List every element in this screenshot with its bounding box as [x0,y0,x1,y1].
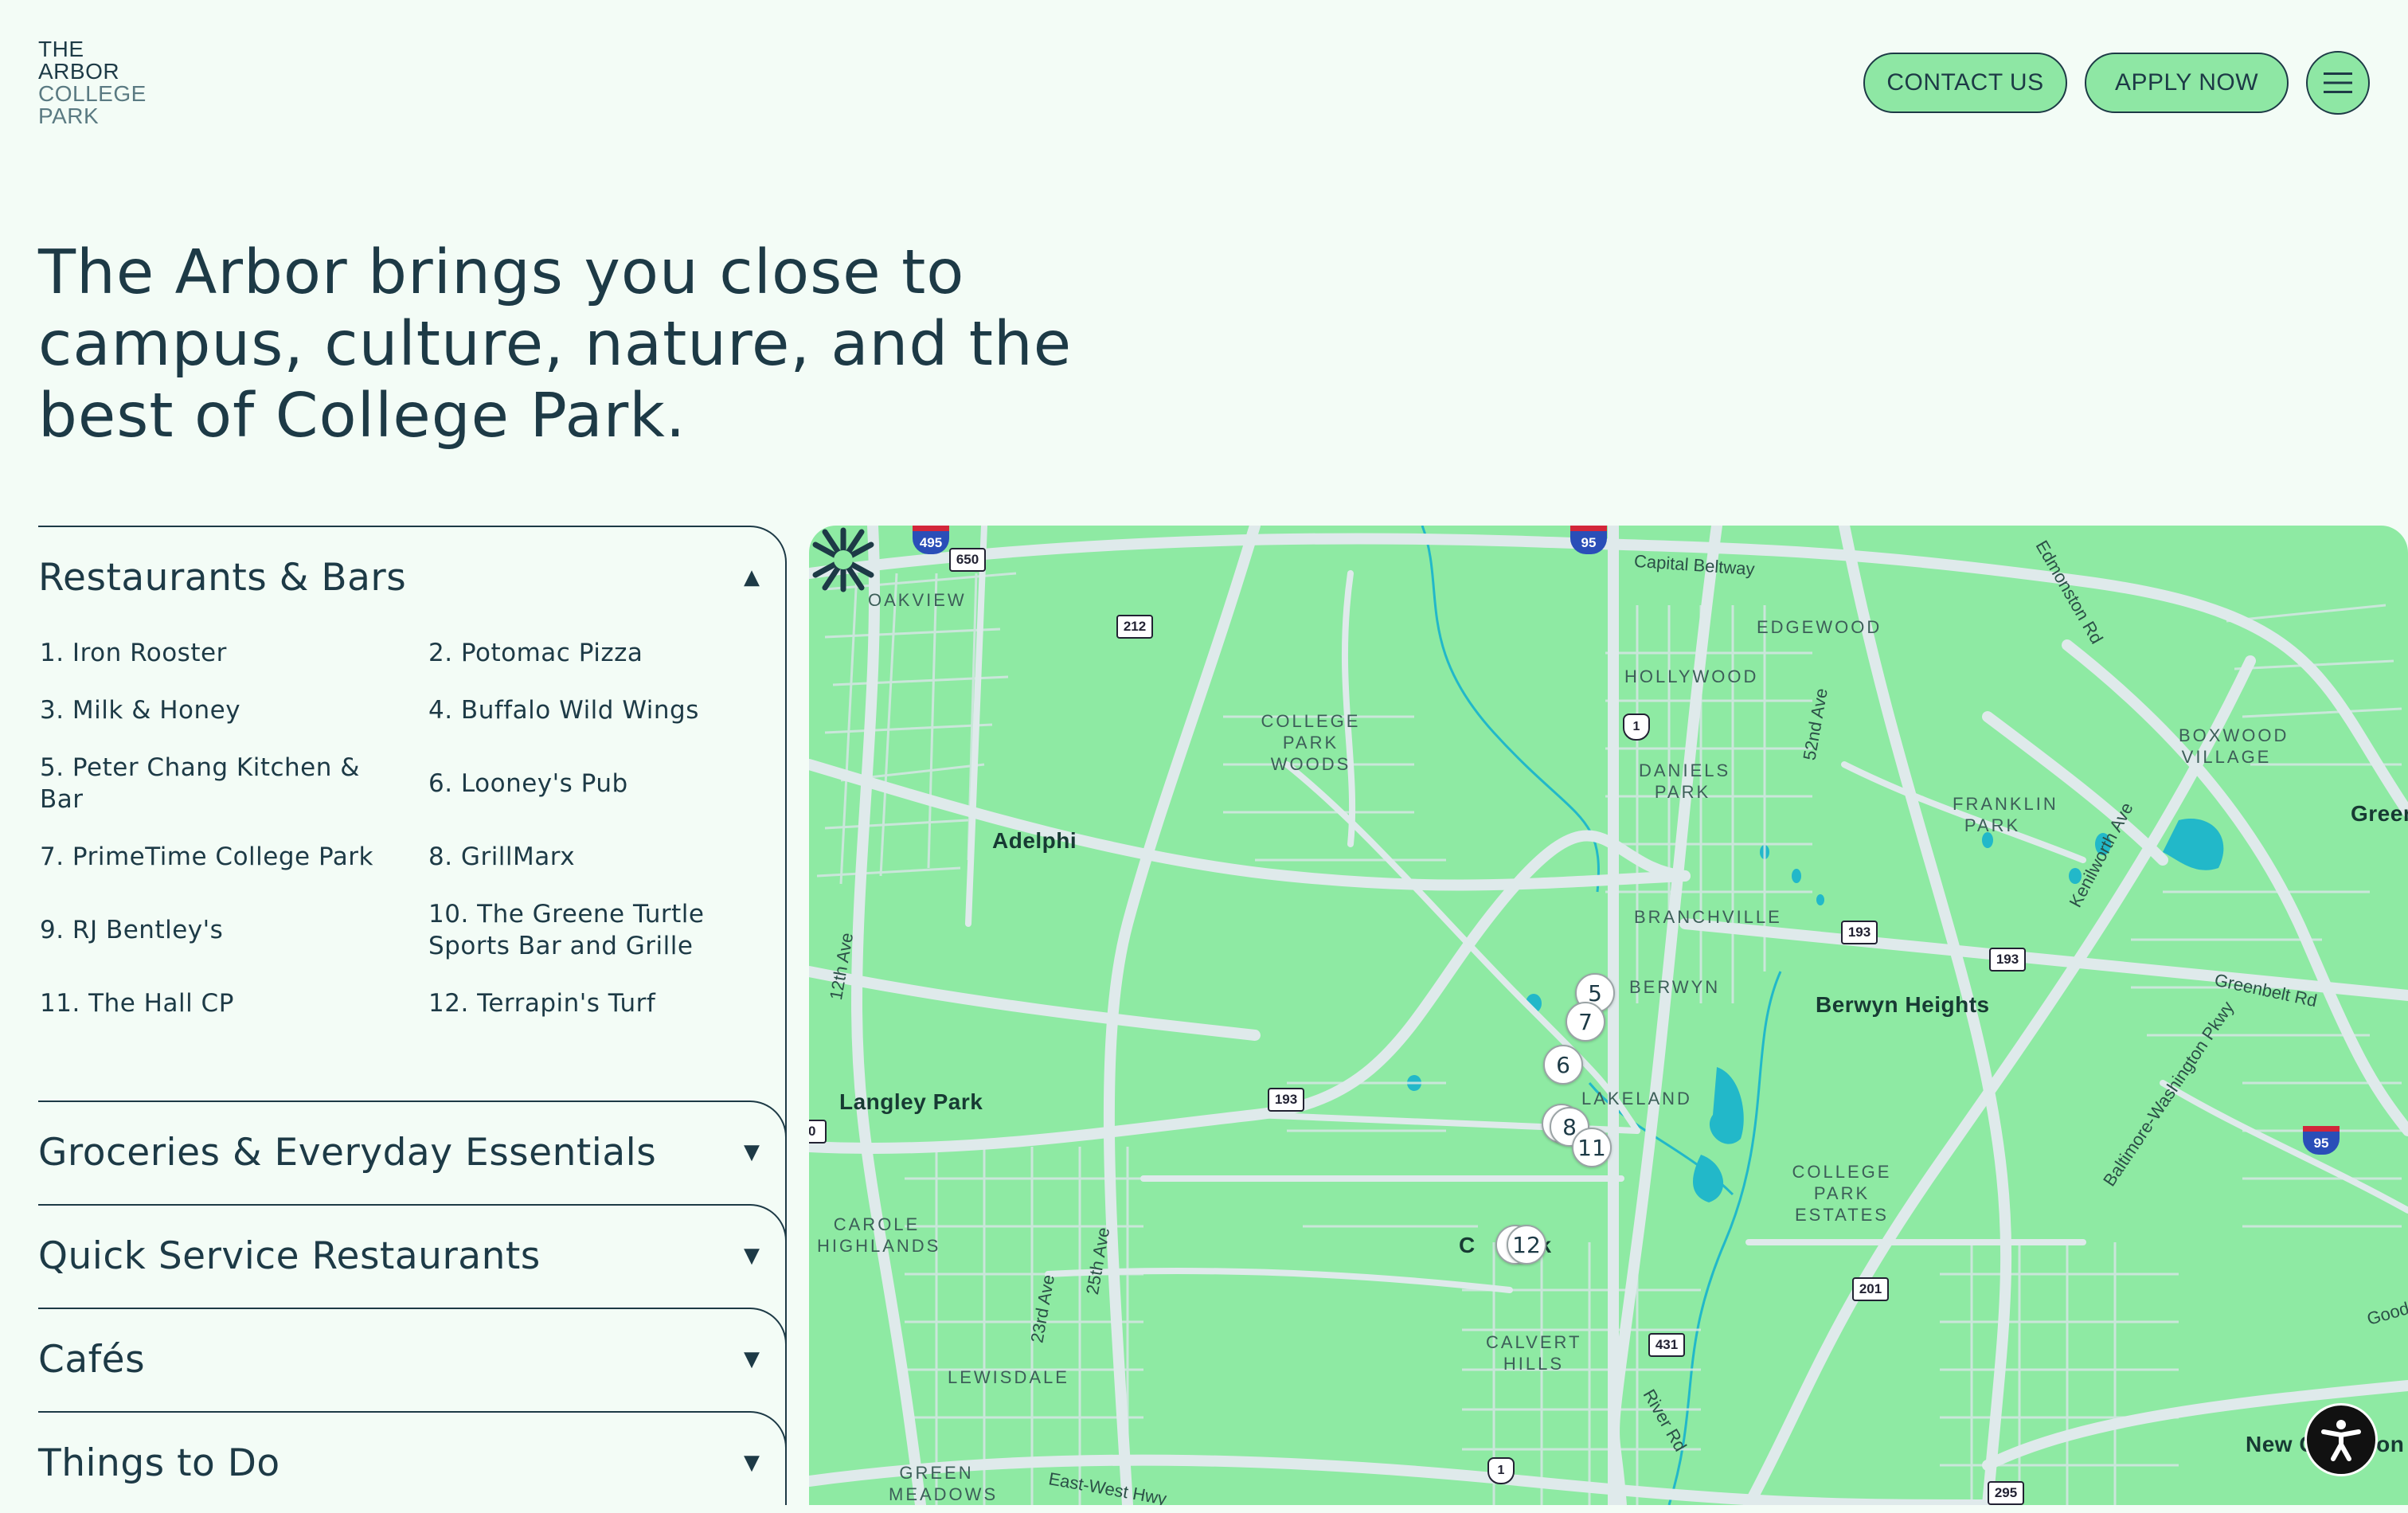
list-item[interactable]: 4. Buffalo Wild Wings [428,694,763,726]
page-headline: The Arbor brings you close to campus, cu… [38,237,1073,452]
list-item[interactable]: 12. Terrapin's Turf [428,987,763,1019]
map-label-college-park-estates: COLLEGE PARK ESTATES [1792,1162,1892,1225]
list-item[interactable]: 3. Milk & Honey [40,694,390,726]
route-193-shield: 193 [1268,1088,1304,1112]
interstate-495-shield: 495 [913,526,949,554]
route-50-shield: 50 [809,1120,827,1144]
list-item[interactable]: 5. Peter Chang Kitchen & Bar [40,752,390,815]
map-label-berwyn: BERWYN [1629,977,1721,997]
map-label-oakview: OAKVIEW [868,590,967,610]
apply-now-button[interactable]: APPLY NOW [2085,53,2289,113]
map-label-green-meadows: GREEN MEADOWS [889,1463,999,1504]
map-marker-12[interactable]: 12 [1507,1225,1546,1265]
list-item[interactable]: 9. RJ Bentley's [40,914,390,946]
accordion-section-things-to-do: Things to Do ▼ [38,1411,787,1505]
chevron-down-icon: ▼ [744,1244,760,1268]
map-label-greenbelt: Greenb [2351,801,2408,826]
map-label-langley-park: Langley Park [839,1089,983,1114]
map-label-lewisdale: LEWISDALE [948,1367,1069,1387]
route-212-shield: 212 [1116,615,1153,639]
chevron-down-icon: ▼ [744,1451,760,1475]
list-item[interactable]: 2. Potomac Pizza [428,637,763,669]
map-roads-layer [809,526,2408,1505]
map-marker-7[interactable]: 7 [1566,1002,1605,1042]
logo-line-3: COLLEGE [38,81,147,106]
route-650-shield: 650 [949,548,986,572]
logo-line-1: THE [38,37,84,61]
logo-line-4: PARK [38,104,100,128]
chevron-down-icon: ▼ [744,1347,760,1371]
neighborhood-map[interactable]: OAKVIEW COLLEGE PARK WOODS HOLLYWOOD EDG… [809,526,2408,1505]
accordion-title: Restaurants & Bars [38,555,407,600]
the-arbor-location-icon[interactable] [809,526,878,594]
hamburger-icon [2324,72,2352,93]
accordion-header-quick-service[interactable]: Quick Service Restaurants ▼ [38,1206,785,1306]
logo-line-2: ARBOR [38,59,120,84]
map-label-boxwood-village: BOXWOOD VILLAGE [2179,725,2289,767]
accordion-header-restaurants-bars[interactable]: Restaurants & Bars ▲ [38,527,785,627]
map-marker-6[interactable]: 6 [1543,1045,1583,1085]
map-label-daniels-park: DANIELS PARK [1639,760,1731,802]
accessibility-button[interactable] [2304,1403,2378,1476]
header-actions: CONTACT US APPLY NOW [1863,51,2370,115]
map-label-lakeland: LAKELAND [1581,1089,1692,1108]
neighborhood-accordion: Restaurants & Bars ▲ 1. Iron Rooster 2. … [38,526,787,1505]
site-logo[interactable]: THE ARBOR COLLEGE PARK [38,38,147,127]
map-label-franklin-park: FRANKLIN PARK [1953,794,2058,835]
route-201-shield: 201 [1852,1277,1889,1301]
accordion-title: Quick Service Restaurants [38,1233,541,1278]
us-1-shield: 1 [1623,713,1650,741]
route-193-shield: 193 [1989,948,2026,972]
map-label-carole-highlands: CAROLE HIGHLANDS [817,1214,941,1256]
map-label-college-park-woods: COLLEGE PARK WOODS [1261,711,1361,774]
map-label-calvert-hills: CALVERT HILLS [1486,1332,1582,1374]
map-label-hollywood: HOLLYWOOD [1624,667,1759,686]
map-label-adelphi: Adelphi [992,828,1077,853]
us-1-shield: 1 [1487,1457,1515,1484]
map-label-edgewood: EDGEWOOD [1757,617,1882,637]
map-label-branchville: BRANCHVILLE [1634,907,1782,927]
interstate-95-shield: 95 [1570,526,1607,554]
accordion-header-groceries[interactable]: Groceries & Everyday Essentials ▼ [38,1102,785,1202]
list-item[interactable]: 8. GrillMarx [428,841,763,873]
accordion-title: Cafés [38,1337,146,1382]
list-item[interactable]: 10. The Greene Turtle Sports Bar and Gri… [428,898,763,962]
map-marker-11[interactable]: 11 [1572,1128,1612,1167]
accordion-title: Things to Do [38,1441,280,1485]
chevron-down-icon: ▼ [744,1140,760,1164]
route-295-shield: 295 [1988,1481,2024,1505]
map-label-berwyn-heights: Berwyn Heights [1816,992,1990,1017]
route-431-shield: 431 [1648,1333,1685,1357]
interstate-95-shield: 95 [2303,1126,2340,1155]
accordion-header-things-to-do[interactable]: Things to Do ▼ [38,1413,785,1513]
contact-us-button[interactable]: CONTACT US [1863,53,2067,113]
menu-button[interactable] [2306,51,2370,115]
route-193-shield: 193 [1841,921,1878,944]
accordion-header-cafes[interactable]: Cafés ▼ [38,1309,785,1409]
chevron-up-icon: ▲ [744,565,760,589]
list-item[interactable]: 6. Looney's Pub [428,768,763,800]
list-item[interactable]: 7. PrimeTime College Park [40,841,390,873]
list-item[interactable]: 11. The Hall CP [40,987,390,1019]
accessibility-icon [2321,1420,2361,1461]
accordion-title: Groceries & Everyday Essentials [38,1130,657,1175]
list-item[interactable]: 1. Iron Rooster [40,637,390,669]
